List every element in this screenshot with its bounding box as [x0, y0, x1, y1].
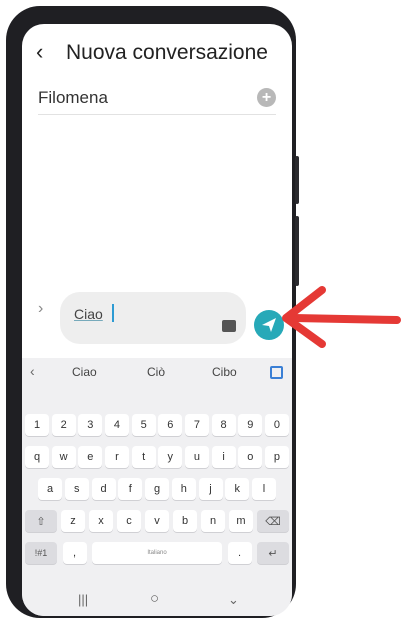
navigation-bar: ||| ○ ⌄ — [22, 584, 292, 616]
key-1[interactable]: 1 — [25, 414, 49, 436]
home-icon[interactable]: ○ — [150, 590, 159, 607]
key-x[interactable]: x — [89, 510, 113, 532]
page-title: Nuova conversazione — [66, 41, 268, 64]
back-nav-icon[interactable]: ⌄ — [228, 592, 239, 608]
chevron-right-icon[interactable]: › — [38, 300, 43, 318]
key-d[interactable]: d — [91, 478, 116, 500]
period-key[interactable]: . — [227, 542, 252, 564]
key-h[interactable]: h — [171, 478, 196, 500]
key-f[interactable]: f — [118, 478, 143, 500]
message-text: Ciao — [74, 306, 103, 322]
key-v[interactable]: v — [145, 510, 169, 532]
key-t[interactable]: t — [131, 446, 156, 468]
key-a[interactable]: a — [38, 478, 62, 500]
key-o[interactable]: o — [238, 446, 263, 468]
symbols-key[interactable]: !#1 — [25, 542, 57, 564]
letter-row-3: ⇧ z x c v b n m ⌫ — [25, 510, 289, 532]
add-circle-icon[interactable]: + — [257, 88, 276, 107]
suggestion-bar: ‹ Ciao Ciò Cibo — [22, 358, 292, 388]
edit-icon[interactable] — [270, 366, 283, 379]
phone-frame: ‹ Nuova conversazione Filomena + › Ciao … — [6, 6, 299, 618]
key-4[interactable]: 4 — [104, 414, 129, 436]
key-p[interactable]: p — [264, 446, 289, 468]
chevron-left-icon[interactable]: ‹ — [30, 363, 35, 379]
key-j[interactable]: j — [198, 478, 223, 500]
key-y[interactable]: y — [158, 446, 183, 468]
screen: ‹ Nuova conversazione Filomena + › Ciao … — [22, 24, 292, 616]
key-z[interactable]: z — [61, 510, 85, 532]
suggestion-2[interactable]: Ciò — [147, 365, 165, 379]
keyboard: ‹ Ciao Ciò Cibo 1 2 3 4 5 6 7 8 9 0 q w — [22, 358, 292, 616]
message-input[interactable]: Ciao — [60, 292, 246, 344]
key-q[interactable]: q — [25, 446, 49, 468]
comma-key[interactable]: , — [62, 542, 87, 564]
key-m[interactable]: m — [229, 510, 253, 532]
key-b[interactable]: b — [173, 510, 197, 532]
key-2[interactable]: 2 — [51, 414, 76, 436]
red-arrow-annotation — [282, 286, 401, 348]
bottom-row: !#1 , Italiano . ↵ — [25, 542, 289, 564]
key-c[interactable]: c — [117, 510, 141, 532]
key-5[interactable]: 5 — [131, 414, 156, 436]
space-key[interactable]: Italiano — [92, 542, 222, 564]
letter-row-2: a s d f g h j k l — [38, 478, 276, 500]
volume-button — [295, 156, 299, 204]
app-bar: ‹ Nuova conversazione — [22, 38, 292, 70]
recents-icon[interactable]: ||| — [78, 592, 88, 607]
shift-key[interactable]: ⇧ — [25, 510, 57, 532]
key-s[interactable]: s — [64, 478, 89, 500]
key-l[interactable]: l — [252, 478, 276, 500]
suggestion-3[interactable]: Cibo — [212, 365, 237, 379]
sticker-icon[interactable] — [222, 320, 236, 332]
power-button — [295, 216, 299, 286]
key-9[interactable]: 9 — [238, 414, 263, 436]
key-8[interactable]: 8 — [211, 414, 236, 436]
backspace-key[interactable]: ⌫ — [257, 510, 289, 532]
key-r[interactable]: r — [104, 446, 129, 468]
key-u[interactable]: u — [184, 446, 209, 468]
number-row: 1 2 3 4 5 6 7 8 9 0 — [25, 414, 289, 436]
recipient-name: Filomena — [38, 88, 108, 107]
key-k[interactable]: k — [225, 478, 250, 500]
key-0[interactable]: 0 — [264, 414, 289, 436]
enter-key[interactable]: ↵ — [257, 542, 289, 564]
key-n[interactable]: n — [201, 510, 225, 532]
key-6[interactable]: 6 — [158, 414, 183, 436]
suggestion-1[interactable]: Ciao — [72, 365, 97, 379]
text-cursor — [112, 304, 114, 322]
key-7[interactable]: 7 — [184, 414, 209, 436]
key-g[interactable]: g — [145, 478, 169, 500]
recipient-field[interactable]: Filomena + — [38, 86, 276, 115]
key-3[interactable]: 3 — [78, 414, 103, 436]
key-e[interactable]: e — [78, 446, 103, 468]
key-w[interactable]: w — [51, 446, 76, 468]
key-i[interactable]: i — [211, 446, 236, 468]
chevron-left-icon[interactable]: ‹ — [36, 38, 43, 66]
letter-row-1: q w e r t y u i o p — [25, 446, 289, 468]
